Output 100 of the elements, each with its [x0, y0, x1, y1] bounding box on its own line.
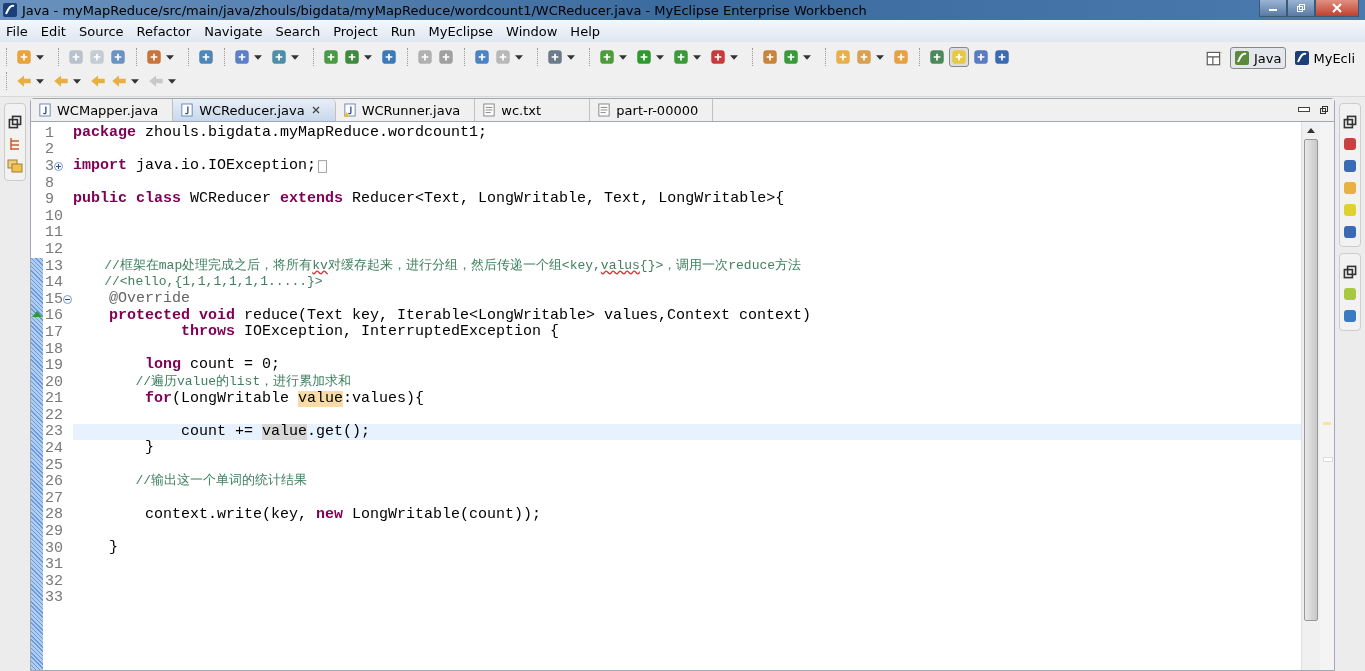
editor-tab[interactable]: wc.txt	[475, 99, 591, 121]
maximize-icon[interactable]	[1318, 105, 1330, 115]
minimize-button[interactable]	[1259, 0, 1287, 17]
close-button[interactable]	[1315, 0, 1359, 17]
keyword: long	[144, 357, 182, 374]
dropdown-caret-icon[interactable]	[131, 78, 139, 84]
line-number: 27	[45, 489, 63, 507]
code-comment: //<hello,{1,1,1,1,1,1.....}>	[103, 274, 323, 291]
code-text: (LongWritable	[172, 390, 291, 408]
misspelled-word: valus	[600, 257, 640, 275]
dropdown-caret-icon[interactable]	[515, 54, 523, 60]
dropdown-caret-icon[interactable]	[567, 54, 575, 60]
dropdown-caret-icon[interactable]	[693, 54, 701, 60]
java-file-icon	[39, 103, 51, 117]
line-number: 23	[45, 423, 63, 441]
code-comment: 对缓存起来，进行分组，然后传递一个组<key,	[327, 257, 601, 275]
line-number: 15	[45, 290, 63, 308]
line-number: 11	[45, 224, 63, 242]
line-number: 14	[45, 274, 63, 292]
editor-tab[interactable]: part-r-00000	[590, 99, 714, 121]
code-comment: {}>，调用一次reduce方法	[639, 257, 802, 275]
code-text: :values){	[343, 390, 425, 408]
perspective-button[interactable]: MyEcli	[1289, 47, 1359, 69]
restore-icon[interactable]	[1342, 114, 1358, 130]
open-perspective-icon[interactable]	[1205, 49, 1224, 67]
dropdown-caret-icon[interactable]	[656, 54, 664, 60]
restore-button[interactable]	[1287, 0, 1315, 17]
line-number: 16	[45, 307, 63, 325]
line-number: 30	[45, 539, 63, 557]
text-file-icon	[483, 103, 496, 117]
menu-item[interactable]: MyEclipse	[428, 23, 500, 39]
dropdown-caret-icon[interactable]	[803, 54, 811, 60]
vertical-scrollbar[interactable]	[1301, 122, 1320, 670]
code-text: WCReducer	[189, 191, 273, 208]
code-comment: //输出这一个单词的统计结果	[134, 473, 307, 491]
keyword: throws	[180, 324, 236, 341]
code-text: .get();	[307, 423, 371, 441]
line-number: 10	[45, 207, 63, 225]
close-icon[interactable]	[310, 105, 321, 115]
line-number: 19	[45, 357, 63, 375]
dropdown-caret-icon[interactable]	[36, 54, 44, 60]
menu-item[interactable]: Edit	[40, 23, 72, 39]
misspelled-word: kv	[312, 257, 328, 275]
dropdown-caret-icon[interactable]	[364, 54, 372, 60]
dropdown-caret-icon[interactable]	[166, 54, 174, 60]
menu-item[interactable]: Window	[506, 23, 564, 39]
collapse-icon[interactable]	[63, 294, 72, 304]
menu-item[interactable]: Refactor	[136, 23, 198, 39]
keyword: public class	[73, 191, 182, 208]
dropdown-caret-icon[interactable]	[876, 54, 884, 60]
menu-item[interactable]: Navigate	[204, 23, 269, 39]
dropdown-caret-icon[interactable]	[619, 54, 627, 60]
line-number: 26	[45, 473, 63, 491]
overview-marker[interactable]	[1323, 422, 1331, 425]
minimize-icon[interactable]	[1298, 105, 1310, 115]
editor-tab[interactable]: WCRunner.java	[335, 99, 476, 121]
line-number: 3	[45, 158, 54, 175]
window-title: Java - myMapReduce/src/main/java/zhouls/bigdata/myMapReduce/wordcount1/WCReducer.java - MyEclipse Enterprise Workbench	[22, 2, 868, 18]
overview-marker[interactable]	[1323, 457, 1333, 462]
menu-item[interactable]: Source	[78, 23, 130, 39]
line-number: 29	[45, 523, 63, 541]
code-comment: //框架在map处理完成之后，将所有	[103, 257, 313, 275]
scroll-up-icon[interactable]	[1307, 128, 1315, 133]
dropdown-caret-icon[interactable]	[291, 54, 299, 60]
menu-item[interactable]: Project	[333, 23, 384, 39]
code-text: count +=	[180, 423, 255, 441]
dropdown-caret-icon[interactable]	[254, 54, 262, 60]
line-number: 20	[45, 373, 63, 391]
folders-icon[interactable]	[7, 158, 23, 174]
menu-item[interactable]: Search	[275, 23, 327, 39]
keyword: for	[144, 390, 173, 408]
keyword: new	[316, 506, 344, 524]
code-text: reduce(Text key, Iterable<LongWritable> values,Context context)	[243, 307, 812, 324]
expand-icon[interactable]	[54, 162, 63, 171]
dropdown-caret-icon[interactable]	[730, 54, 738, 60]
folded-code-icon[interactable]	[318, 160, 328, 173]
perspective-icon	[1234, 50, 1251, 66]
restore-icon[interactable]	[1342, 264, 1358, 280]
perspective-button[interactable]: Java	[1230, 47, 1286, 69]
code-text: context.write(key,	[144, 506, 309, 524]
line-number: 32	[45, 572, 63, 590]
dropdown-caret-icon[interactable]	[168, 78, 176, 84]
keyword: package	[73, 125, 136, 142]
menu-item[interactable]: Help	[570, 23, 606, 39]
dropdown-caret-icon[interactable]	[36, 78, 44, 84]
tab-label: WCRunner.java	[361, 102, 461, 118]
editor-tab[interactable]: WCMapper.java	[31, 99, 174, 121]
code-comment: //遍历value的list，进行累加求和	[134, 373, 352, 391]
code-text: IOException, InterruptedException {	[243, 324, 560, 341]
editor-tab[interactable]: WCReducer.java	[173, 99, 336, 121]
menu-item[interactable]: Run	[390, 23, 422, 39]
line-number: 17	[45, 323, 63, 341]
menu-item[interactable]: File	[6, 23, 34, 39]
code-text: zhouls.bigdata.myMapReduce.wordcount1;	[144, 125, 488, 142]
restore-icon[interactable]	[7, 114, 23, 130]
scroll-thumb[interactable]	[1304, 139, 1318, 621]
line-number: 8	[45, 174, 54, 192]
java-file-icon	[181, 103, 194, 117]
dropdown-caret-icon[interactable]	[73, 78, 81, 84]
code-text: Reducer<Text, LongWritable, Text, LongWritable>{	[351, 191, 785, 208]
